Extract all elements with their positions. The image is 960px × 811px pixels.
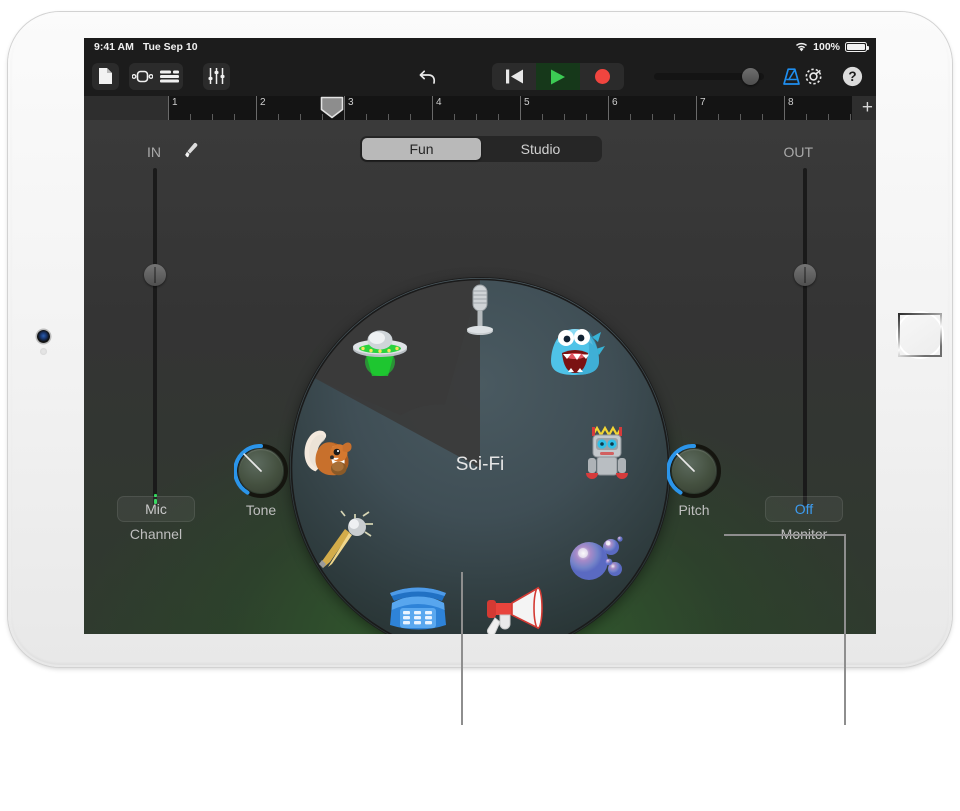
wifi-icon	[796, 42, 808, 52]
status-bar: 9:41 AM Tue Sep 10 100%	[84, 38, 876, 56]
segment-studio[interactable]: Studio	[481, 138, 600, 160]
ruler-bar: 5	[520, 96, 530, 120]
record-button[interactable]	[580, 63, 624, 90]
callout-line-monitor-horizontal	[724, 534, 846, 536]
pencil-icon[interactable]	[182, 142, 199, 165]
ruler-bar-number: 7	[700, 97, 706, 108]
fun-studio-segmented-control[interactable]: Fun Studio	[360, 136, 602, 162]
master-volume-slider[interactable]	[654, 68, 764, 85]
ruler-bar: 3	[344, 96, 354, 120]
add-track-button[interactable]: +	[862, 98, 873, 117]
ruler-bar: 6	[608, 96, 618, 120]
preset-ufo-icon[interactable]	[348, 320, 412, 384]
monitor-button-label: Off	[794, 501, 814, 517]
ruler-bar-number: 4	[436, 97, 442, 108]
pitch-knob-indicator	[676, 453, 695, 472]
rewind-button[interactable]	[492, 63, 536, 90]
transport-controls	[492, 63, 624, 90]
ruler-bar-number: 8	[788, 97, 794, 108]
rewind-icon	[505, 69, 523, 84]
main-toolbar: ?	[84, 56, 876, 96]
track-view-icon[interactable]	[129, 62, 156, 90]
help-icon[interactable]: ?	[839, 63, 866, 90]
channel-button-label: Mic	[145, 501, 167, 517]
gear-icon[interactable]	[800, 63, 827, 90]
ambient-sensor-icon	[40, 348, 47, 355]
view-toggle-group	[129, 62, 183, 90]
callout-line-dial	[461, 572, 463, 725]
channel-label: Channel	[129, 526, 183, 542]
undo-icon[interactable]	[414, 63, 441, 90]
ruler-bar: 7	[696, 96, 706, 120]
tone-label: Tone	[245, 502, 277, 518]
input-level-knob[interactable]	[144, 264, 166, 286]
preset-monster-icon[interactable]	[543, 320, 607, 384]
status-time: 9:41 AM	[94, 41, 134, 53]
preset-squirrel-icon[interactable]	[300, 420, 364, 484]
tone-knob[interactable]: Tone	[233, 443, 288, 518]
output-level-knob[interactable]	[794, 264, 816, 286]
preset-dial[interactable]: Sci-Fi	[290, 278, 670, 634]
record-icon	[594, 69, 610, 84]
home-button[interactable]	[898, 313, 942, 357]
fader-controls-icon[interactable]	[203, 62, 230, 90]
play-button[interactable]	[536, 63, 580, 90]
ruler-track[interactable]: 1 2 3 4 5 6 7 8	[168, 96, 852, 120]
output-level-slider[interactable]	[794, 168, 816, 506]
ruler-bar-number: 5	[524, 97, 530, 108]
segment-fun[interactable]: Fun	[362, 138, 481, 160]
svg-text:?: ?	[848, 69, 856, 84]
mixer-icon[interactable]	[156, 62, 183, 90]
timeline-ruler[interactable]: 1 2 3 4 5 6 7 8 +	[84, 96, 876, 120]
ruler-bar: 8	[784, 96, 794, 120]
master-volume-knob[interactable]	[742, 68, 759, 85]
pitch-knob[interactable]: Pitch	[666, 443, 721, 518]
channel-button[interactable]: Mic	[117, 496, 195, 522]
document-icon[interactable]	[92, 62, 119, 90]
playhead[interactable]	[320, 96, 344, 119]
status-date: Tue Sep 10	[142, 41, 198, 53]
battery-icon	[845, 42, 869, 52]
preset-bubbles-icon[interactable]	[565, 528, 629, 592]
preset-megaphone-icon[interactable]	[482, 578, 546, 634]
ruler-bar-number: 2	[260, 97, 266, 108]
pitch-label: Pitch	[678, 502, 710, 518]
play-icon	[551, 69, 565, 84]
monitor-button[interactable]: Off	[765, 496, 843, 522]
ruler-bar: 2	[256, 96, 266, 120]
ruler-bar-number: 1	[172, 97, 178, 108]
ruler-bar: 4	[432, 96, 442, 120]
output-label: OUT	[783, 144, 813, 160]
tone-knob-indicator	[243, 453, 262, 472]
audio-recorder-panel: IN OUT Fun Studio Sci-Fi Mic Channel Ton…	[84, 120, 876, 634]
preset-telephone-icon[interactable]	[386, 578, 450, 634]
battery-percent: 100%	[813, 41, 840, 53]
screenshot-root: 9:41 AM Tue Sep 10 100% ? 1 2 3 4 5 6 7 …	[0, 0, 960, 811]
ruler-bar-number: 3	[348, 97, 354, 108]
input-level-slider[interactable]	[144, 168, 166, 506]
preset-robot-icon[interactable]	[575, 423, 639, 487]
ipad-screen: 9:41 AM Tue Sep 10 100% ? 1 2 3 4 5 6 7 …	[84, 38, 876, 634]
input-label: IN	[147, 144, 161, 160]
callout-line-monitor	[844, 534, 846, 725]
front-camera-icon	[37, 330, 50, 343]
preset-studio-microphone-icon[interactable]	[448, 282, 512, 346]
ruler-bar: 1	[168, 96, 178, 120]
preset-handheld-microphone-icon[interactable]	[312, 510, 376, 574]
ruler-bar-number: 6	[612, 97, 618, 108]
